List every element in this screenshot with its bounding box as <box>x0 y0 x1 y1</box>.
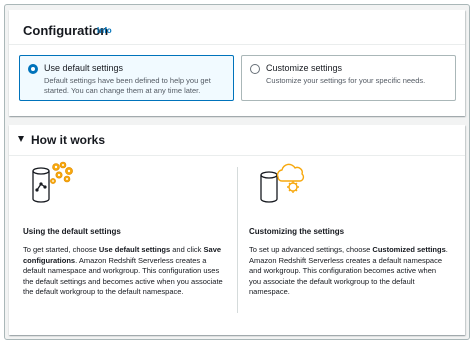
how-it-works-panel: How it works Using the default settings … <box>9 125 465 335</box>
customize-settings-description: Customize your settings for your specifi… <box>266 76 426 85</box>
database-gear-icon <box>23 161 83 211</box>
database-cloud-gear-icon <box>249 161 309 211</box>
screenshot-frame: Configuration Info Use default settings … <box>4 4 470 340</box>
customize-settings-tile[interactable]: Customize settings Customize your settin… <box>241 55 456 101</box>
default-settings-text: To get started, choose Use default setti… <box>23 245 223 296</box>
divider <box>9 44 465 45</box>
configuration-panel: Configuration Info Use default settings … <box>9 10 465 116</box>
customize-settings-heading: Customizing the settings <box>249 227 345 236</box>
customize-settings-column: Customizing the settings To set up advan… <box>249 161 454 296</box>
how-it-works-title: How it works <box>31 133 106 147</box>
default-settings-label: Use default settings <box>44 63 124 73</box>
column-divider <box>237 167 238 313</box>
default-settings-radio[interactable] <box>28 64 38 74</box>
default-settings-tile[interactable]: Use default settings Default settings ha… <box>19 55 234 101</box>
info-link[interactable]: Info <box>97 26 112 35</box>
customize-settings-radio[interactable] <box>250 64 260 74</box>
default-settings-column: Using the default settings To get starte… <box>23 161 228 296</box>
divider <box>9 155 465 156</box>
customize-settings-text: To set up advanced settings, choose Cust… <box>249 245 448 296</box>
configuration-title: Configuration <box>23 23 109 38</box>
how-it-works-header[interactable]: How it works <box>9 125 465 155</box>
default-settings-heading: Using the default settings <box>23 227 121 236</box>
caret-down-icon[interactable] <box>18 136 24 142</box>
customize-settings-label: Customize settings <box>266 63 343 73</box>
default-settings-description: Default settings have been defined to he… <box>44 76 211 95</box>
